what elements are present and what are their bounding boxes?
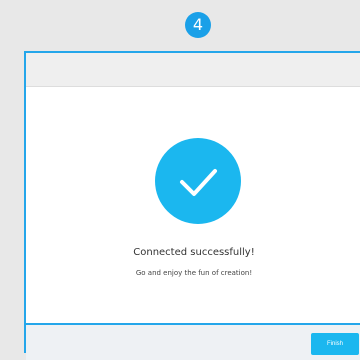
dialog-header <box>26 53 360 87</box>
dialog-footer <box>26 323 360 360</box>
success-title: Connected successfully! <box>133 247 255 258</box>
finish-button[interactable]: Finish <box>311 333 359 355</box>
success-subtitle: Go and enjoy the fun of creation! <box>135 269 253 277</box>
dialog-body: Connected successfully! Go and enjoy the… <box>26 87 360 360</box>
setup-page: 4 Connected successfully! Go and enjoy t… <box>0 0 360 360</box>
check-icon <box>155 138 241 224</box>
check-mark-icon <box>180 169 217 196</box>
step-badge: 4 <box>185 12 211 38</box>
connection-dialog: Connected successfully! Go and enjoy the… <box>24 51 360 360</box>
